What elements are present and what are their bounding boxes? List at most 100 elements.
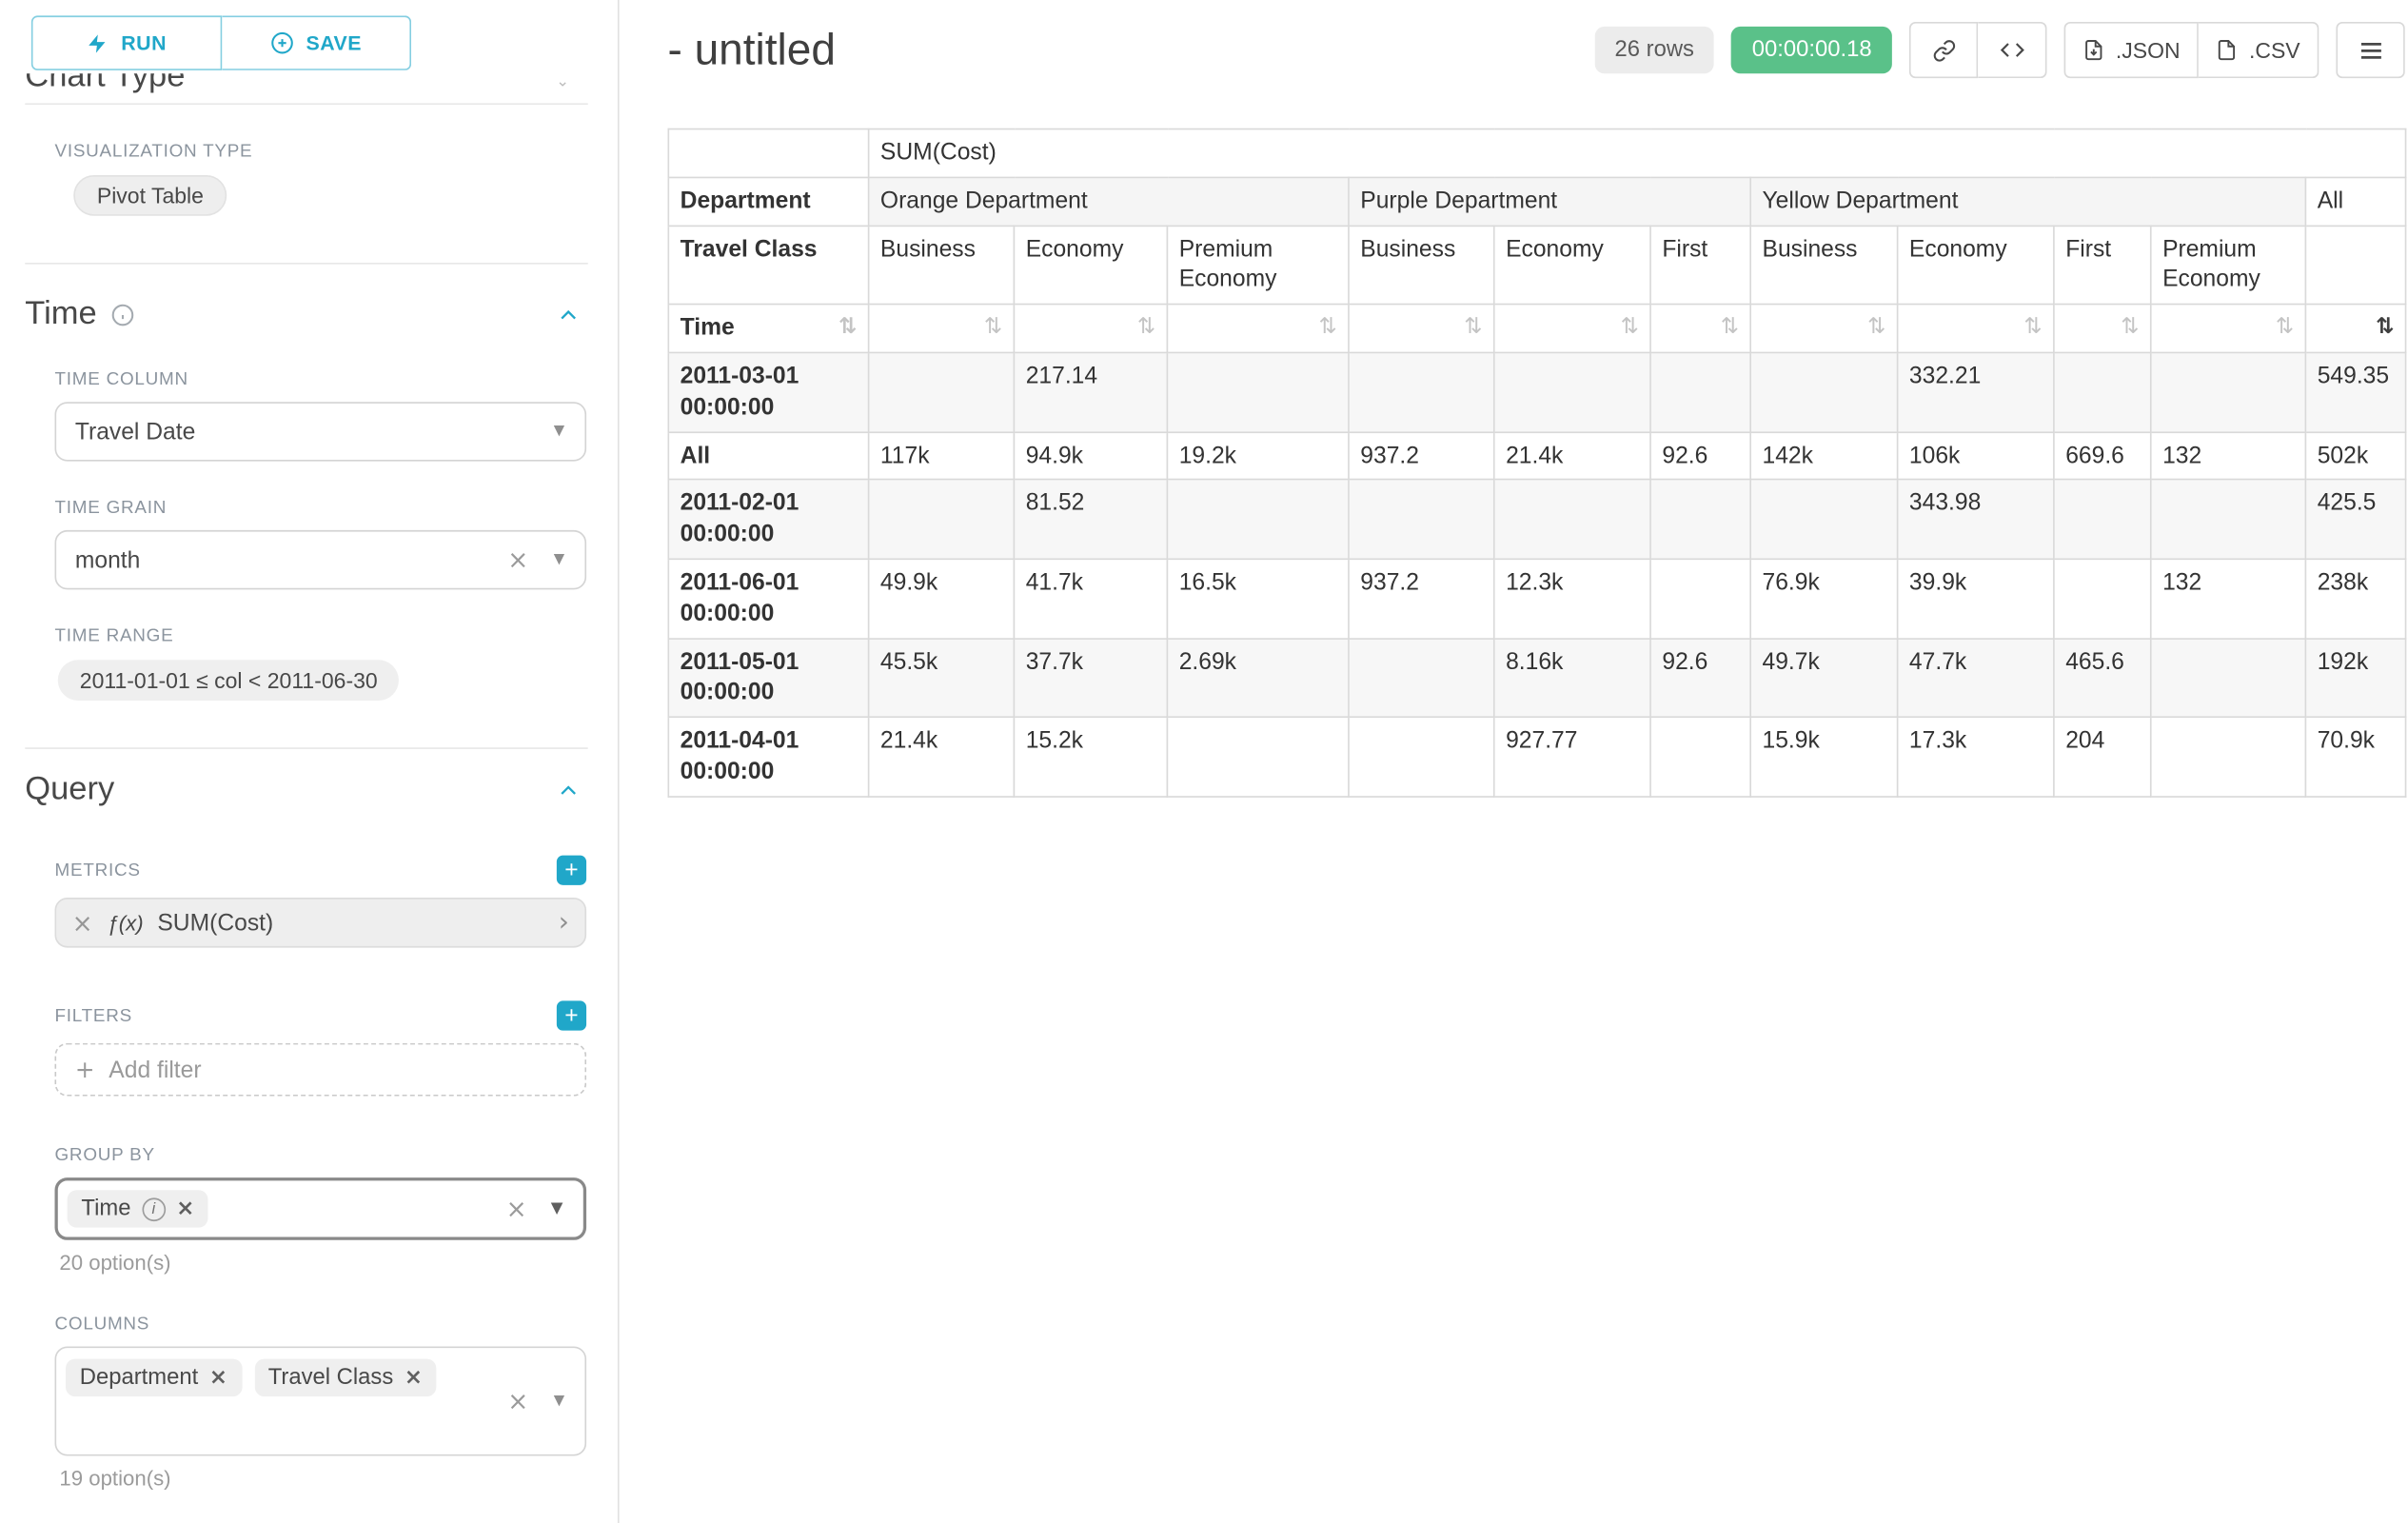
remove-tag-icon[interactable]: × [405, 1365, 423, 1390]
pivot-data-row: All117k94.9k19.2k937.221.4k92.6142k106k6… [668, 432, 2405, 481]
viz-type-pill[interactable]: Pivot Table [73, 175, 227, 216]
file-icon [2216, 39, 2238, 61]
add-metric-button[interactable]: + [557, 856, 586, 885]
sort-icon[interactable]: ⇅ [1137, 313, 1155, 342]
sort-icon[interactable]: ⇅ [2276, 313, 2294, 342]
clear-icon[interactable]: × [507, 545, 528, 575]
time-grain-select[interactable]: month × ▼ [55, 530, 587, 589]
pivot-column-group-header: Orange Department [869, 177, 1349, 226]
pivot-value-cell [2054, 480, 2151, 559]
add-filter-button[interactable]: + Add filter [55, 1043, 587, 1097]
pivot-value-cell [1650, 480, 1750, 559]
pivot-column-header: Business [869, 226, 1015, 305]
group-by-tag: Time i × [68, 1190, 209, 1227]
chart-menu-button[interactable] [2336, 22, 2404, 78]
pivot-value-cell: 549.35 [2305, 352, 2405, 431]
pivot-value-cell: 37.7k [1014, 638, 1167, 717]
clear-icon[interactable]: × [507, 1386, 528, 1415]
pivot-value-cell: 132 [2151, 559, 2306, 638]
caret-down-icon: ▼ [551, 1200, 563, 1217]
metric-option[interactable]: × ƒ(x) SUM(Cost) › [55, 898, 587, 948]
menu-icon [2358, 37, 2384, 64]
pivot-row-header: 2011-03-01 00:00:00 [668, 352, 868, 431]
pivot-value-cell [1167, 480, 1349, 559]
remove-metric-icon[interactable]: × [72, 908, 93, 938]
sort-icon[interactable]: ⇅ [1318, 313, 1336, 342]
columns-options-hint: 19 option(s) [59, 1467, 587, 1491]
sort-icon[interactable]: ⇅ [1464, 313, 1482, 342]
pivot-row-axis-cell: Time⇅ [668, 305, 868, 353]
export-csv-button[interactable]: .CSV [2199, 22, 2319, 78]
pivot-value-cell: 217.14 [1014, 352, 1167, 431]
pivot-row-header: 2011-05-01 00:00:00 [668, 638, 868, 717]
pivot-value-cell [2054, 559, 2151, 638]
pivot-column-group-header: Purple Department [1349, 177, 1750, 226]
pivot-value-cell: 343.98 [1898, 480, 2054, 559]
sort-icon[interactable]: ⇅ [984, 313, 1002, 342]
pivot-column-group-header: All [2305, 177, 2405, 226]
pivot-value-cell: 204 [2054, 718, 2151, 797]
pivot-sort-cell: ⇅ [2151, 305, 2306, 353]
pivot-sort-cell: ⇅ [1494, 305, 1650, 353]
pivot-metric-header: SUM(Cost) [869, 129, 2406, 178]
export-json-button[interactable]: .JSON [2064, 22, 2200, 78]
chart-header: - untitled 26 rows 00:00:00.18 .JSON [668, 22, 2405, 78]
sort-icon[interactable]: ⇅ [1721, 313, 1739, 342]
divider [25, 747, 587, 749]
pivot-value-cell [1349, 638, 1494, 717]
clear-icon[interactable]: × [506, 1194, 527, 1223]
pivot-sort-cell: ⇅ [1750, 305, 1897, 353]
embed-code-button[interactable] [1978, 22, 2046, 78]
chevron-up-icon[interactable] [555, 777, 582, 803]
remove-tag-icon[interactable]: × [209, 1365, 227, 1390]
pivot-row-header: All [668, 432, 868, 481]
pivot-value-cell: 332.21 [1898, 352, 2054, 431]
time-section-header[interactable]: Time [25, 296, 587, 333]
pivot-tbody: 2011-03-01 00:00:00217.14332.21549.35All… [668, 352, 2405, 796]
pivot-value-cell [2151, 352, 2306, 431]
pivot-column-header: Business [1750, 226, 1897, 305]
sort-icon[interactable]: ⇅ [1620, 313, 1638, 342]
pivot-value-cell: 47.7k [1898, 638, 2054, 717]
time-range-pill[interactable]: 2011-01-01 ≤ col < 2011-06-30 [58, 660, 400, 701]
pivot-data-row: 2011-04-01 00:00:0021.4k15.2k927.7715.9k… [668, 718, 2405, 797]
sort-icon[interactable]: ⇅ [2376, 313, 2394, 342]
viz-type-value: Pivot Table [97, 183, 204, 208]
pivot-value-cell: 117k [869, 432, 1015, 481]
save-button[interactable]: SAVE [222, 15, 411, 70]
chart-type-heading: Chart Type [25, 73, 587, 95]
pivot-row-dimension-label: Travel Class [668, 226, 868, 305]
metrics-label: METRICS [55, 860, 141, 880]
chevron-up-icon[interactable] [555, 301, 582, 327]
pivot-value-cell: 19.2k [1167, 432, 1349, 481]
info-icon [110, 303, 134, 326]
query-section-header[interactable]: Query [25, 771, 587, 808]
pivot-data-row: 2011-06-01 00:00:0049.9k41.7k16.5k937.21… [668, 559, 2405, 638]
columns-select[interactable]: Department × Travel Class × × ▼ [55, 1347, 587, 1456]
pivot-column-header: Economy [1898, 226, 2054, 305]
pivot-thead: SUM(Cost)DepartmentOrange DepartmentPurp… [668, 129, 2405, 353]
pivot-value-cell [2151, 718, 2306, 797]
group-by-select[interactable]: Time i × × ▼ [55, 1177, 587, 1240]
pivot-sort-cell: ⇅ [1650, 305, 1750, 353]
pivot-value-cell: 49.7k [1750, 638, 1897, 717]
remove-tag-icon[interactable]: × [176, 1197, 194, 1221]
time-column-select[interactable]: Travel Date ▼ [55, 402, 587, 461]
sort-icon[interactable]: ⇅ [839, 313, 857, 342]
add-filter-plus-button[interactable]: + [557, 1000, 586, 1030]
sort-icon[interactable]: ⇅ [2121, 313, 2139, 342]
chevron-right-icon[interactable]: › [559, 907, 569, 939]
sort-icon[interactable]: ⇅ [1867, 313, 1885, 342]
pivot-value-cell: 238k [2305, 559, 2405, 638]
columns-tag-label: Travel Class [268, 1365, 394, 1390]
sort-icon[interactable]: ⇅ [2023, 313, 2042, 342]
pivot-value-cell: 192k [2305, 638, 2405, 717]
pivot-value-cell: 76.9k [1750, 559, 1897, 638]
run-button[interactable]: RUN [31, 15, 222, 70]
copy-link-button[interactable] [1909, 22, 1978, 78]
pivot-column-header: Premium Economy [2151, 226, 2306, 305]
pivot-sort-cell: ⇅ [1349, 305, 1494, 353]
pivot-value-cell: 927.77 [1494, 718, 1650, 797]
chart-title[interactable]: - untitled [668, 25, 836, 75]
columns-tag: Department × [66, 1359, 242, 1396]
